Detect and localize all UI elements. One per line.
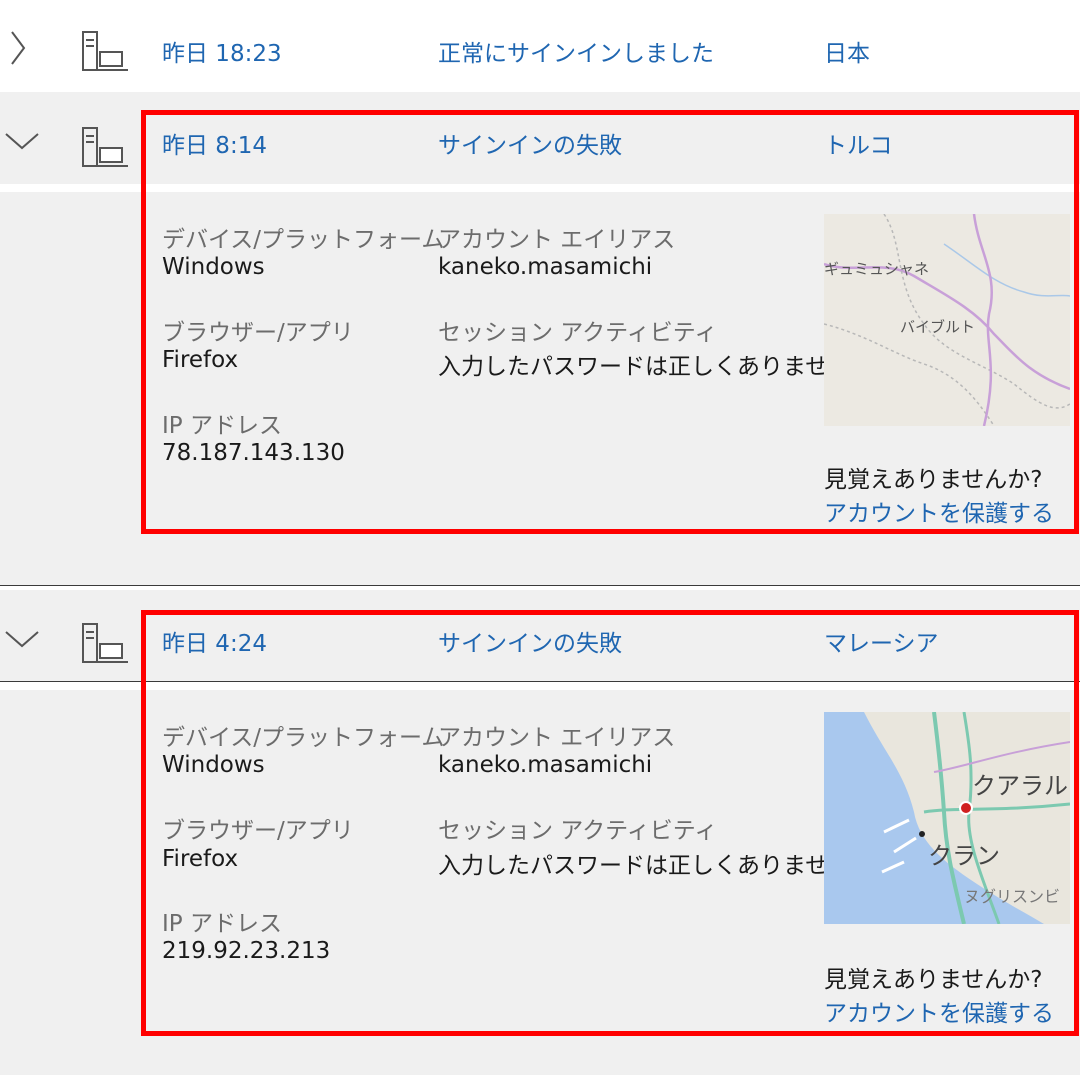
computer-icon <box>78 26 132 74</box>
signin-row-expanded[interactable]: 昨日 4:24 サインインの失敗 マレーシア <box>0 590 1080 681</box>
unfamiliar-text: 見覚えありませんか? <box>824 967 1043 993</box>
map-label: ギュミュシャネ <box>824 260 929 278</box>
signin-location: 日本 <box>824 41 870 67</box>
chevron-down-icon[interactable] <box>0 92 44 182</box>
map-label: クアラル <box>972 772 1068 800</box>
chevron-right-icon[interactable] <box>0 2 44 92</box>
signin-details-panel: デバイス/プラットフォーム Windows ブラウザー/アプリ Firefox … <box>0 690 1080 1075</box>
alias-value: kaneko.masamichi <box>438 254 653 280</box>
device-label: デバイス/プラットフォーム <box>162 227 445 253</box>
signin-time: 昨日 18:23 <box>162 41 282 67</box>
protect-account-link[interactable]: アカウントを保護する <box>824 994 1054 1028</box>
computer-icon <box>78 618 132 666</box>
device-value: Windows <box>162 254 265 280</box>
ip-label: IP アドレス <box>162 413 282 439</box>
protect-account-link[interactable]: アカウントを保護する <box>824 494 1054 528</box>
map-label: ヌグリスンビ <box>964 887 1060 906</box>
signin-status: 正常にサインインしました <box>438 41 714 67</box>
session-label: セッション アクティビティ <box>438 320 718 346</box>
location-map: クアラル クラン ヌグリスンビ <box>824 712 1070 924</box>
session-value: 入力したパスワードは正しくありません <box>438 853 852 879</box>
signin-details-panel: デバイス/プラットフォーム Windows ブラウザー/アプリ Firefox … <box>0 192 1080 585</box>
device-label: デバイス/プラットフォーム <box>162 725 445 751</box>
device-value: Windows <box>162 752 265 778</box>
session-label: セッション アクティビティ <box>438 818 718 844</box>
signin-location: マレーシア <box>824 631 939 657</box>
signin-location: トルコ <box>824 133 893 159</box>
signin-status: サインインの失敗 <box>438 133 622 159</box>
browser-label: ブラウザー/アプリ <box>162 818 354 844</box>
browser-value: Firefox <box>162 846 239 872</box>
alias-label: アカウント エイリアス <box>438 227 676 253</box>
browser-value: Firefox <box>162 347 239 373</box>
row-divider <box>0 585 1080 586</box>
ip-value: 219.92.23.213 <box>162 938 331 964</box>
row-divider <box>0 681 1080 682</box>
chevron-down-icon[interactable] <box>0 590 44 680</box>
session-value: 入力したパスワードは正しくありません <box>438 354 852 380</box>
signin-row-expanded[interactable]: 昨日 8:14 サインインの失敗 トルコ <box>0 92 1080 184</box>
ip-value: 78.187.143.130 <box>162 440 345 466</box>
alias-label: アカウント エイリアス <box>438 725 676 751</box>
signin-time: 昨日 8:14 <box>162 133 267 159</box>
ip-label: IP アドレス <box>162 911 282 937</box>
alias-value: kaneko.masamichi <box>438 752 653 778</box>
location-map: ギュミュシャネ バイブルト <box>824 214 1070 426</box>
browser-label: ブラウザー/アプリ <box>162 320 354 346</box>
signin-status: サインインの失敗 <box>438 631 622 657</box>
signin-row-collapsed[interactable]: 昨日 18:23 正常にサインインしました 日本 <box>0 2 1080 92</box>
map-label: バイブルト <box>900 318 975 336</box>
map-label: クラン <box>928 842 1000 870</box>
computer-icon <box>78 122 132 170</box>
signin-time: 昨日 4:24 <box>162 631 267 657</box>
unfamiliar-text: 見覚えありませんか? <box>824 467 1043 493</box>
row-white-gap <box>0 184 1080 192</box>
